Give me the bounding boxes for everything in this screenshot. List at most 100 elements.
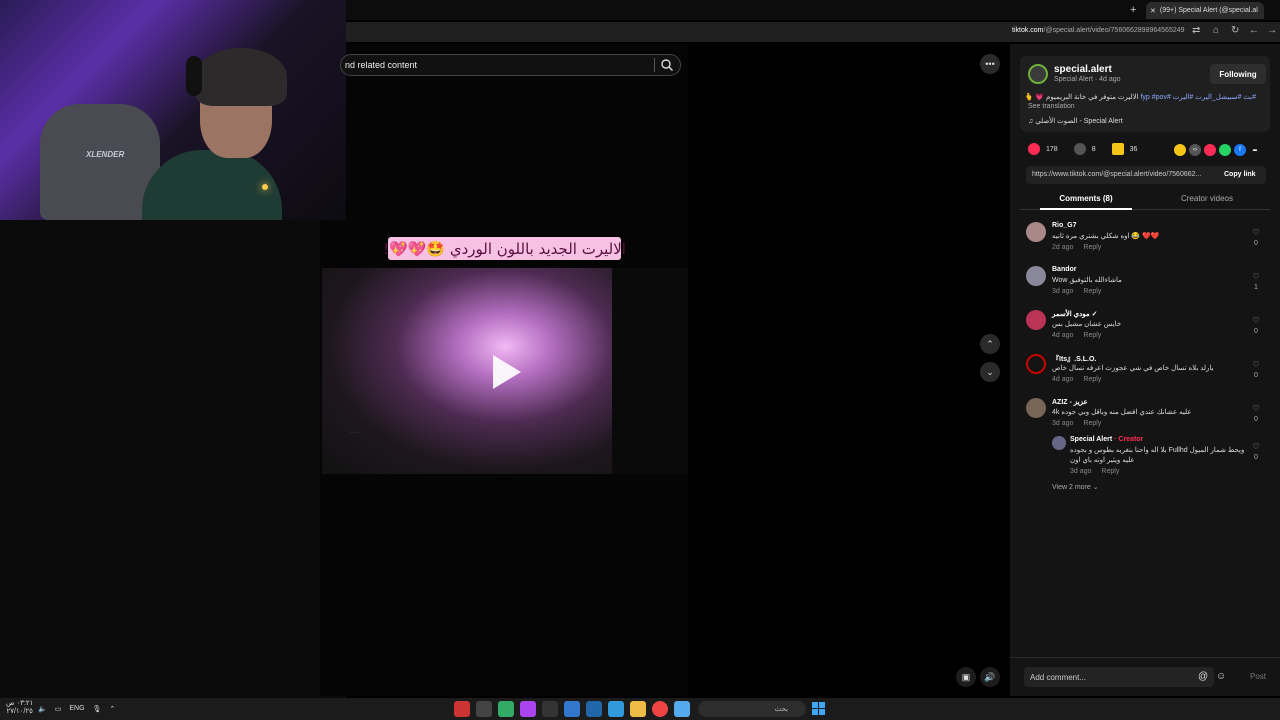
comment-meta: 3d ago Reply [1052,420,1102,427]
app-icon[interactable] [520,701,536,717]
play-icon[interactable] [493,355,521,389]
comment-like-count: 0 [1254,240,1258,247]
avatar[interactable] [1028,64,1048,84]
new-tab-button[interactable]: + [1130,4,1136,16]
hashtags[interactable]: #بث #سبيشل_اليرت #اليرت #fyp #pov [1140,94,1256,101]
avatar[interactable] [1026,222,1046,242]
previous-video-button[interactable]: ⌃ [980,334,1000,354]
taskbar-apps [454,701,690,717]
network-icon[interactable]: ▭ [55,705,62,713]
facebook-icon[interactable]: f [1234,144,1246,156]
creator-username[interactable]: special.alert [1054,64,1112,75]
comment-author[interactable]: Rio_G7 [1052,222,1077,229]
clock[interactable]: ٠٣:٢١ ص ٢٧/١٠/٢٥ [6,700,33,716]
heart-outline-icon[interactable]: ♡ [1250,316,1262,325]
reply-button[interactable]: Reply [1083,376,1101,383]
bookmark-icon[interactable] [1111,143,1124,155]
app-icon[interactable] [586,701,602,717]
next-video-button[interactable]: ⌄ [980,362,1000,382]
comment-icon[interactable] [1073,143,1086,155]
tune-icon[interactable]: ⇄ [1192,25,1200,36]
search-icon[interactable] [660,58,674,72]
browser-tab[interactable]: ✕ (99+) Special Alert (@special.al [1146,2,1264,19]
copilot-icon[interactable] [674,701,690,717]
chair-logo: XLENDER [86,150,125,159]
url-field[interactable]: tiktok.com/@special.alert/video/75606628… [1012,27,1185,34]
tab-title: (99+) Special Alert (@special.al [1159,7,1258,14]
post-button[interactable]: Post [1250,672,1266,681]
embed-icon[interactable]: ‹› [1189,144,1201,156]
avatar[interactable] [1026,266,1046,286]
back-icon[interactable]: ← [1249,25,1259,36]
comment-text: خايس عشان مشبل بس [1052,321,1122,328]
reply-button[interactable]: Reply [1083,332,1101,339]
close-icon[interactable]: ✕ [1150,7,1156,15]
volume-icon[interactable]: 🔈 [38,705,47,713]
reload-icon[interactable]: ↻ [1231,25,1239,36]
share-arrow-icon[interactable]: ➦ [1249,144,1261,156]
reply-button[interactable]: Reply [1101,468,1119,475]
comment-input[interactable]: Add comment... [1024,667,1214,687]
language-indicator[interactable]: ENG [69,705,84,713]
taskbar-search[interactable]: بحث [698,701,806,717]
emoji-icon[interactable]: ☺ [1216,671,1226,682]
windows-start-icon[interactable] [812,702,825,715]
app-icon[interactable] [476,701,492,717]
app-icon[interactable] [608,701,624,717]
mention-icon[interactable]: @ [1198,671,1208,682]
comment-like-count: 0 [1254,328,1258,335]
chrome-icon[interactable] [652,701,668,717]
sound-link[interactable]: ♫ الصوت الأصلي - Special Alert [1028,117,1123,125]
reply-button[interactable]: Reply [1083,420,1101,427]
heart-outline-icon[interactable]: ♡ [1250,272,1262,281]
browser-tab-bar [346,0,1280,20]
comment-author[interactable]: AZIZ - عزيز [1052,398,1088,406]
save-count: 36 [1129,145,1138,153]
heart-outline-icon[interactable]: ♡ [1250,360,1262,369]
see-translation-link[interactable]: See translation [1028,103,1075,110]
tab-comments[interactable]: Comments (8) [1020,194,1152,203]
comment-like-count: 1 [1254,284,1258,291]
heart-outline-icon[interactable]: ♡ [1250,228,1262,237]
tab-creator-videos[interactable]: Creator videos [1152,194,1262,203]
volume-button[interactable]: 🔊 [980,667,1000,687]
comment-meta: 2d ago Reply [1052,244,1102,251]
chevron-up-icon[interactable]: ⌃ [109,705,115,713]
heart-outline-icon[interactable]: ♡ [1250,404,1262,413]
folder-icon[interactable] [630,701,646,717]
send-icon[interactable] [1204,144,1216,156]
person-hair [195,48,287,106]
avatar[interactable] [1026,398,1046,418]
app-icon[interactable] [498,701,514,717]
app-icon[interactable] [542,701,558,717]
comment-author[interactable]: 『Its』.S.L.O. [1052,354,1096,364]
comment-author[interactable]: Bandor [1052,266,1077,273]
video-link: https://www.tiktok.com/@special.alert/vi… [1032,171,1202,178]
headphone [186,56,202,96]
whatsapp-icon[interactable] [1219,144,1231,156]
like-count: 178 [1046,145,1058,153]
video-caption: الاليرت الجديد باللون الوردي 🤩💖💖! [383,237,626,260]
comment-author[interactable]: Special Alert · Creator [1070,436,1143,443]
home-icon[interactable]: ⌂ [1213,25,1219,36]
microphone-icon[interactable]: 🎙 [93,705,102,713]
avatar[interactable] [1026,310,1046,330]
following-button[interactable]: Following [1210,64,1266,84]
avatar[interactable] [1052,436,1066,450]
heart-icon[interactable] [1028,143,1040,155]
copy-link-button[interactable]: Copy link [1224,171,1256,178]
heart-outline-icon[interactable]: ♡ [1250,442,1262,451]
reply-button[interactable]: Reply [1083,288,1101,295]
avatar[interactable] [1026,354,1046,374]
mini-player-button[interactable]: ▣ [956,667,976,687]
share-row: ‹› f ➦ [1174,144,1261,156]
app-icon[interactable] [454,701,470,717]
coin-icon[interactable] [1174,144,1186,156]
view-more-replies[interactable]: View 2 more ⌄ [1052,483,1099,491]
more-options-button[interactable]: ••• [980,54,1000,74]
comment-text: بلا اله واحنا بنغريه بطوس و بجوده Fullhd… [1070,447,1245,454]
forward-icon[interactable]: → [1267,25,1277,36]
reply-button[interactable]: Reply [1083,244,1101,251]
comment-author[interactable]: مودي الأسمر ✓ [1052,310,1097,318]
app-icon[interactable] [564,701,580,717]
